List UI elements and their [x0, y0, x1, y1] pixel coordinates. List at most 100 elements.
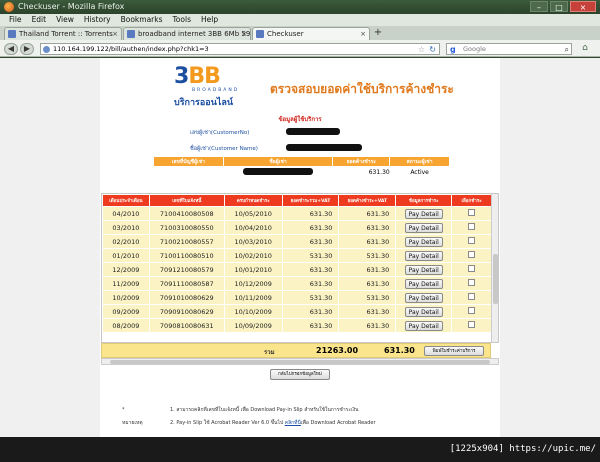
cell-pay: Pay Detail: [395, 276, 453, 291]
pay-detail-button[interactable]: Pay Detail: [404, 306, 443, 317]
minimize-button[interactable]: –: [530, 1, 548, 12]
pay-detail-button[interactable]: Pay Detail: [404, 320, 443, 331]
vertical-scrollbar[interactable]: [491, 194, 498, 342]
cell-pay: Pay Detail: [395, 304, 453, 319]
select-checkbox[interactable]: [468, 223, 476, 230]
back-to-form-button[interactable]: กลับไปกรอกข้อมูลใหม่: [270, 369, 330, 380]
cell-invoice[interactable]: 7100210080557: [148, 234, 225, 249]
print-payment-button[interactable]: พิมพ์ใบชำระค่าบริการ: [424, 346, 484, 356]
cell-outstanding: 631.30: [338, 276, 397, 291]
cell-outstanding: 631.30: [338, 220, 397, 235]
close-button[interactable]: ×: [570, 1, 596, 12]
menu-tools[interactable]: Tools: [168, 14, 196, 26]
cell-outstanding: 631.30: [338, 262, 397, 277]
tab-close-icon[interactable]: ×: [112, 28, 118, 40]
cell-invoice[interactable]: 7100110080510: [148, 248, 225, 263]
cell-pay: Pay Detail: [395, 290, 453, 305]
table-row: 01/2010 7100110080510 10/02/2010 531.30 531.…: [102, 248, 492, 263]
menu-file[interactable]: File: [4, 14, 27, 26]
back-arrow-icon[interactable]: ◀: [4, 43, 18, 55]
redacted-name: [243, 168, 314, 176]
scroll-thumb[interactable]: [493, 254, 498, 304]
menu-edit[interactable]: Edit: [27, 14, 52, 26]
forward-arrow-icon[interactable]: ▶: [20, 43, 34, 55]
table-row: 12/2009 7091210080579 10/01/2010 631.30 631.…: [102, 262, 492, 277]
cell-select: [451, 290, 492, 305]
table-row: 03/2010 7100310080550 10/04/2010 631.30 631.…: [102, 220, 492, 235]
acrobat-download-link[interactable]: คลิกที่นี่: [285, 420, 301, 426]
maximize-button[interactable]: □: [550, 1, 568, 12]
summary-header-name: ชื่อผู้เช่า: [222, 156, 334, 167]
url-input[interactable]: 110.164.199.122/bill/authen/index.php?ch…: [40, 43, 440, 55]
cell-due: 10/05/2010: [223, 206, 283, 221]
pay-detail-button[interactable]: Pay Detail: [404, 208, 443, 219]
cell-outstanding: 631.30: [338, 234, 397, 249]
cell-invoice[interactable]: 7090910080629: [148, 304, 225, 319]
logo-broadband-text: BROADBAND: [192, 88, 240, 93]
cell-due: 10/12/2009: [223, 276, 283, 291]
notes-label: * หมายเหตุ: [122, 407, 143, 426]
cell-pay: Pay Detail: [395, 318, 453, 333]
cell-total: 631.30: [281, 262, 340, 277]
pay-detail-button[interactable]: Pay Detail: [404, 292, 443, 303]
select-checkbox[interactable]: [468, 307, 476, 314]
table-row: 09/2009 7090910080629 10/10/2009 631.30 631.…: [102, 304, 492, 319]
tab-thailand-torrent[interactable]: Thailand Torrent :: Torrents ×: [4, 27, 122, 40]
pay-detail-button[interactable]: Pay Detail: [404, 278, 443, 289]
horizontal-scrollbar[interactable]: [101, 358, 499, 365]
tab-checkuser[interactable]: Checkuser ×: [252, 27, 370, 40]
cell-pay: Pay Detail: [395, 248, 453, 263]
tab-close-icon[interactable]: ×: [241, 28, 247, 40]
scroll-thumb[interactable]: [110, 360, 490, 364]
search-input[interactable]: g Google ⌕: [446, 43, 572, 55]
pay-detail-button[interactable]: Pay Detail: [404, 250, 443, 261]
select-checkbox[interactable]: [468, 265, 476, 272]
cell-invoice[interactable]: 7091010080629: [148, 290, 225, 305]
bookmark-star-icon[interactable]: ☆: [418, 44, 425, 55]
cell-invoice[interactable]: 7091210080579: [148, 262, 225, 277]
cell-invoice[interactable]: 7090810080631: [148, 318, 225, 333]
menu-help[interactable]: Help: [196, 14, 223, 26]
cell-select: [451, 304, 492, 319]
cell-select: [451, 318, 492, 333]
select-checkbox[interactable]: [468, 321, 476, 328]
pay-detail-button[interactable]: Pay Detail: [404, 264, 443, 275]
cell-select: [451, 206, 492, 221]
col-select: เลือกชำระ: [451, 194, 492, 207]
table-row: 02/2010 7100210080557 10/03/2010 631.30 631.…: [102, 234, 492, 249]
cell-month: 11/2009: [102, 276, 150, 291]
table-row: 10/2009 7091010080629 10/11/2009 531.30 531.…: [102, 290, 492, 305]
tab-label: Checkuser: [267, 30, 304, 38]
cell-outstanding: 531.30: [338, 290, 397, 305]
tab-broadband[interactable]: broadband internet 3BB 6Mb 590 บา... ×: [123, 27, 251, 40]
cell-invoice[interactable]: 7091110080587: [148, 276, 225, 291]
reload-icon[interactable]: ↻: [429, 44, 436, 55]
summary-table: เลขที่บัญชีผู้เช่า ชื่อผู้เช่า ยอดค้างชำ…: [153, 156, 450, 179]
menu-history[interactable]: History: [79, 14, 116, 26]
select-checkbox[interactable]: [468, 237, 476, 244]
summary-balance: 631.30: [368, 169, 390, 177]
note-2: 2. Pay-in Slip ใช้ Acrobat Reader Ver 6.…: [170, 420, 376, 426]
search-icon[interactable]: ⌕: [565, 44, 569, 55]
menu-view[interactable]: View: [51, 14, 79, 26]
tab-close-icon[interactable]: ×: [360, 28, 366, 40]
invoice-table: เดือนประจำเดือน เลขที่ใบแจ้งหนี้ ครบกำหน…: [102, 194, 492, 333]
select-checkbox[interactable]: [468, 293, 476, 300]
cell-due: 10/02/2010: [223, 248, 283, 263]
invoice-table-scroll[interactable]: เดือนประจำเดือน เลขที่ใบแจ้งหนี้ ครบกำหน…: [101, 193, 499, 343]
cell-total: 631.30: [281, 234, 340, 249]
summary-name: [223, 167, 333, 179]
pay-detail-button[interactable]: Pay Detail: [404, 236, 443, 247]
cell-invoice[interactable]: 7100410080508: [148, 206, 225, 221]
cell-invoice[interactable]: 7100310080550: [148, 220, 225, 235]
select-checkbox[interactable]: [468, 279, 476, 286]
select-checkbox[interactable]: [468, 209, 476, 216]
site-identity-icon[interactable]: [43, 46, 50, 53]
menu-bookmarks[interactable]: Bookmarks: [116, 14, 168, 26]
cell-pay: Pay Detail: [395, 220, 453, 235]
home-icon[interactable]: ⌂: [578, 43, 592, 55]
pay-detail-button[interactable]: Pay Detail: [404, 222, 443, 233]
select-checkbox[interactable]: [468, 251, 476, 258]
new-tab-icon[interactable]: +: [371, 27, 385, 39]
cell-select: [451, 220, 492, 235]
